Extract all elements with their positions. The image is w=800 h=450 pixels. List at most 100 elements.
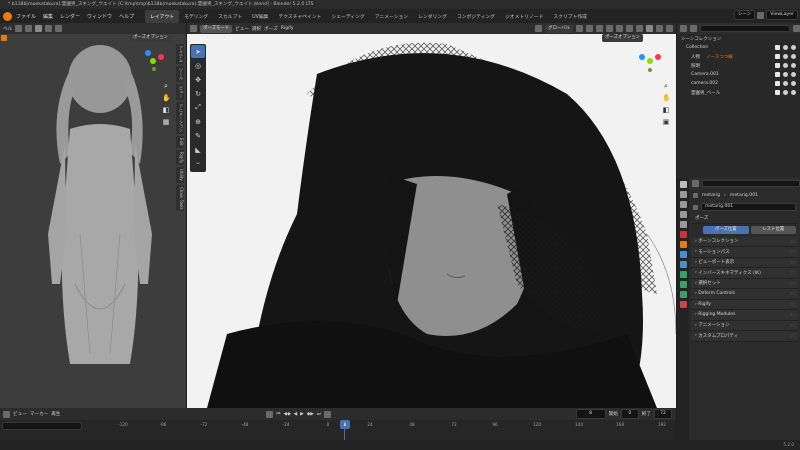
select-cursor-icon[interactable]: ➤ [191, 45, 205, 58]
rest-position-button[interactable]: レスト位置 [750, 225, 796, 234]
pivot-icon[interactable] [576, 25, 583, 32]
prev-key-icon[interactable]: ◀◆ [284, 412, 291, 417]
measure-tool-icon[interactable]: ◣ [191, 143, 205, 156]
outliner-row-lighting[interactable]: 照明 [677, 61, 800, 70]
end-frame-field[interactable]: 72 [654, 409, 672, 419]
sidetab-tool[interactable]: ツール [176, 66, 184, 82]
editor-type-icon[interactable] [190, 25, 197, 32]
menu-pose[interactable]: ポーズ [264, 26, 278, 32]
panel-custom-properties[interactable]: › カスタムプロパティ:::: [691, 331, 798, 342]
sidetab-item[interactable]: アイテム [176, 44, 184, 64]
main-viewport[interactable]: ➤ ◎ ✥ ↻ ⤢ ⊕ ✎ ◣ ⌣ ポーズオプション ⌕ ✋ ◧ ▣ [187, 34, 676, 408]
shading-material-main-icon[interactable] [656, 25, 663, 32]
overlay-icon[interactable] [25, 25, 33, 32]
tab-modeling[interactable]: モデリング [179, 10, 213, 23]
armature-data-tab-icon[interactable] [679, 271, 687, 278]
tab-sculpt[interactable]: スカルプト [213, 10, 247, 23]
panel-rigify[interactable]: › Rigify:::: [691, 299, 798, 310]
sidetab-utility[interactable]: Utility [176, 167, 184, 183]
left-axis-gizmo[interactable] [140, 48, 166, 74]
record-icon[interactable] [266, 410, 274, 418]
texture-tab-icon[interactable] [679, 301, 687, 308]
transform-orientation[interactable]: グローバル [545, 24, 573, 33]
main-lock-icon[interactable]: ▣ [662, 118, 670, 126]
main-pose-options[interactable]: ポーズオプション [602, 34, 643, 42]
playhead[interactable]: 8 [340, 420, 350, 429]
pan-hand-icon[interactable]: ✋ [162, 94, 171, 102]
move-tool-icon[interactable]: ✥ [191, 73, 205, 86]
snap-icon[interactable] [586, 25, 593, 32]
annotate-tool-icon[interactable]: ✎ [191, 129, 205, 142]
menu-select[interactable]: 選択 [252, 26, 261, 32]
pose-position-button[interactable]: ポーズ位置 [703, 225, 749, 234]
sidetab-rigify[interactable]: Rigify [176, 149, 184, 165]
menu-help[interactable]: ヘルプ [119, 13, 134, 20]
menu-edit[interactable]: 編集 [43, 13, 53, 20]
left-viewport[interactable]: ポーズオプション ⌕ ✋ ◧ ▦ アイテム ツール ビュー アニメーション Ed… [0, 34, 186, 408]
play-icon[interactable]: ▶ [300, 412, 304, 417]
filter-icon[interactable] [793, 25, 800, 32]
panel-bone-collections[interactable]: › ボーンコレクション:::: [691, 236, 798, 247]
tab-scripting[interactable]: スクリプト作成 [548, 10, 592, 23]
physics-tab-icon[interactable] [679, 261, 687, 268]
outliner-search-input[interactable] [700, 25, 790, 32]
cursor-3d-icon[interactable]: ◎ [191, 59, 205, 72]
shading-material-icon[interactable] [45, 25, 53, 32]
modifier-tab-icon[interactable] [679, 251, 687, 258]
view-layer-tab-icon[interactable] [679, 211, 687, 218]
shading-solid-main-icon[interactable] [646, 25, 653, 32]
menu-window[interactable]: ウィンドウ [87, 13, 112, 20]
keying-icon[interactable] [323, 410, 331, 418]
panel-rigging-modules[interactable]: › Rigging Modules:::: [691, 310, 798, 321]
tab-animation[interactable]: アニメーション [370, 10, 413, 23]
panel-deform-controls[interactable]: › Deform Controls:::: [691, 289, 798, 300]
panel-motion-paths[interactable]: › モーションパス:::: [691, 247, 798, 258]
main-pan-hand-icon[interactable]: ✋ [662, 94, 671, 102]
play-reverse-icon[interactable]: ◀ [294, 412, 298, 417]
camera-view-icon[interactable]: ◧ [162, 106, 170, 114]
panel-animation[interactable]: › アニメーション:::: [691, 320, 798, 331]
tab-geometry-nodes[interactable]: ジオメトリノード [500, 10, 548, 23]
outliner-row-veil[interactable]: 霊園男_ベール [677, 88, 800, 97]
panel-inverse-kinematics[interactable]: › インバースキネマティクス (IK):::: [691, 268, 798, 279]
shading-wire-icon[interactable] [636, 25, 643, 32]
sidetab-edit[interactable]: Edit [176, 136, 184, 148]
jump-end-icon[interactable]: ⏭ [317, 411, 321, 417]
timeline-ruler[interactable]: -120 -96 -72 -48 -24 0 24 48 72 96 120 1… [0, 420, 676, 440]
transform-tool-icon[interactable]: ⊕ [191, 115, 205, 128]
pose-section-header[interactable]: ポーズ [691, 213, 798, 224]
tab-rendering[interactable]: レンダリング [413, 10, 452, 23]
outliner-row-camera-002[interactable]: camera.002 [677, 79, 800, 88]
main-camera-view-icon[interactable]: ◧ [662, 106, 670, 114]
main-axis-gizmo[interactable] [637, 48, 663, 74]
view-tool-icon[interactable] [1, 35, 7, 43]
display-mode-icon[interactable] [690, 25, 697, 32]
scene-selector[interactable]: シーン [733, 10, 756, 20]
object-tab-icon[interactable] [679, 241, 687, 248]
select-mode-icon[interactable] [15, 25, 23, 32]
panel-viewport-display[interactable]: › ビューポート表示:::: [691, 257, 798, 268]
properties-editor-icon[interactable] [692, 180, 699, 187]
rotate-tool-icon[interactable]: ↻ [191, 87, 205, 100]
timeline-menu-marker[interactable]: マーカー [30, 411, 48, 417]
next-key-icon[interactable]: ◆▶ [307, 412, 314, 417]
tab-texture-paint[interactable]: テクスチャペイント [273, 10, 326, 23]
left-header-label[interactable]: ベル [3, 26, 12, 32]
start-frame-field[interactable]: 0 [620, 409, 639, 419]
armature-name-field[interactable]: metarig.001 [701, 203, 796, 211]
output-tab-icon[interactable] [679, 201, 687, 208]
timeline-menu-view[interactable]: ビュー [13, 411, 27, 417]
current-frame-field[interactable]: 8 [575, 409, 606, 419]
timeline-editor-icon[interactable] [3, 410, 10, 418]
main-zoom-icon[interactable]: ⌕ [662, 82, 670, 90]
grid-view-icon[interactable]: ▦ [162, 118, 170, 126]
tab-compositing[interactable]: コンポジティング [452, 10, 500, 23]
shading-render-main-icon[interactable] [666, 25, 673, 32]
view-layer-selector[interactable]: ViewLayer [766, 10, 798, 20]
sidetab-view[interactable]: ビュー [176, 84, 184, 100]
menu-render[interactable]: レンダー [60, 13, 80, 20]
outliner-row-collection[interactable]: Collection [677, 43, 800, 52]
outliner-row-person[interactable]: 人物 ノースつつ線 [677, 52, 800, 61]
shading-solid-icon[interactable] [35, 25, 43, 32]
outliner-row-camera-001[interactable]: Camera.001 [677, 70, 800, 79]
